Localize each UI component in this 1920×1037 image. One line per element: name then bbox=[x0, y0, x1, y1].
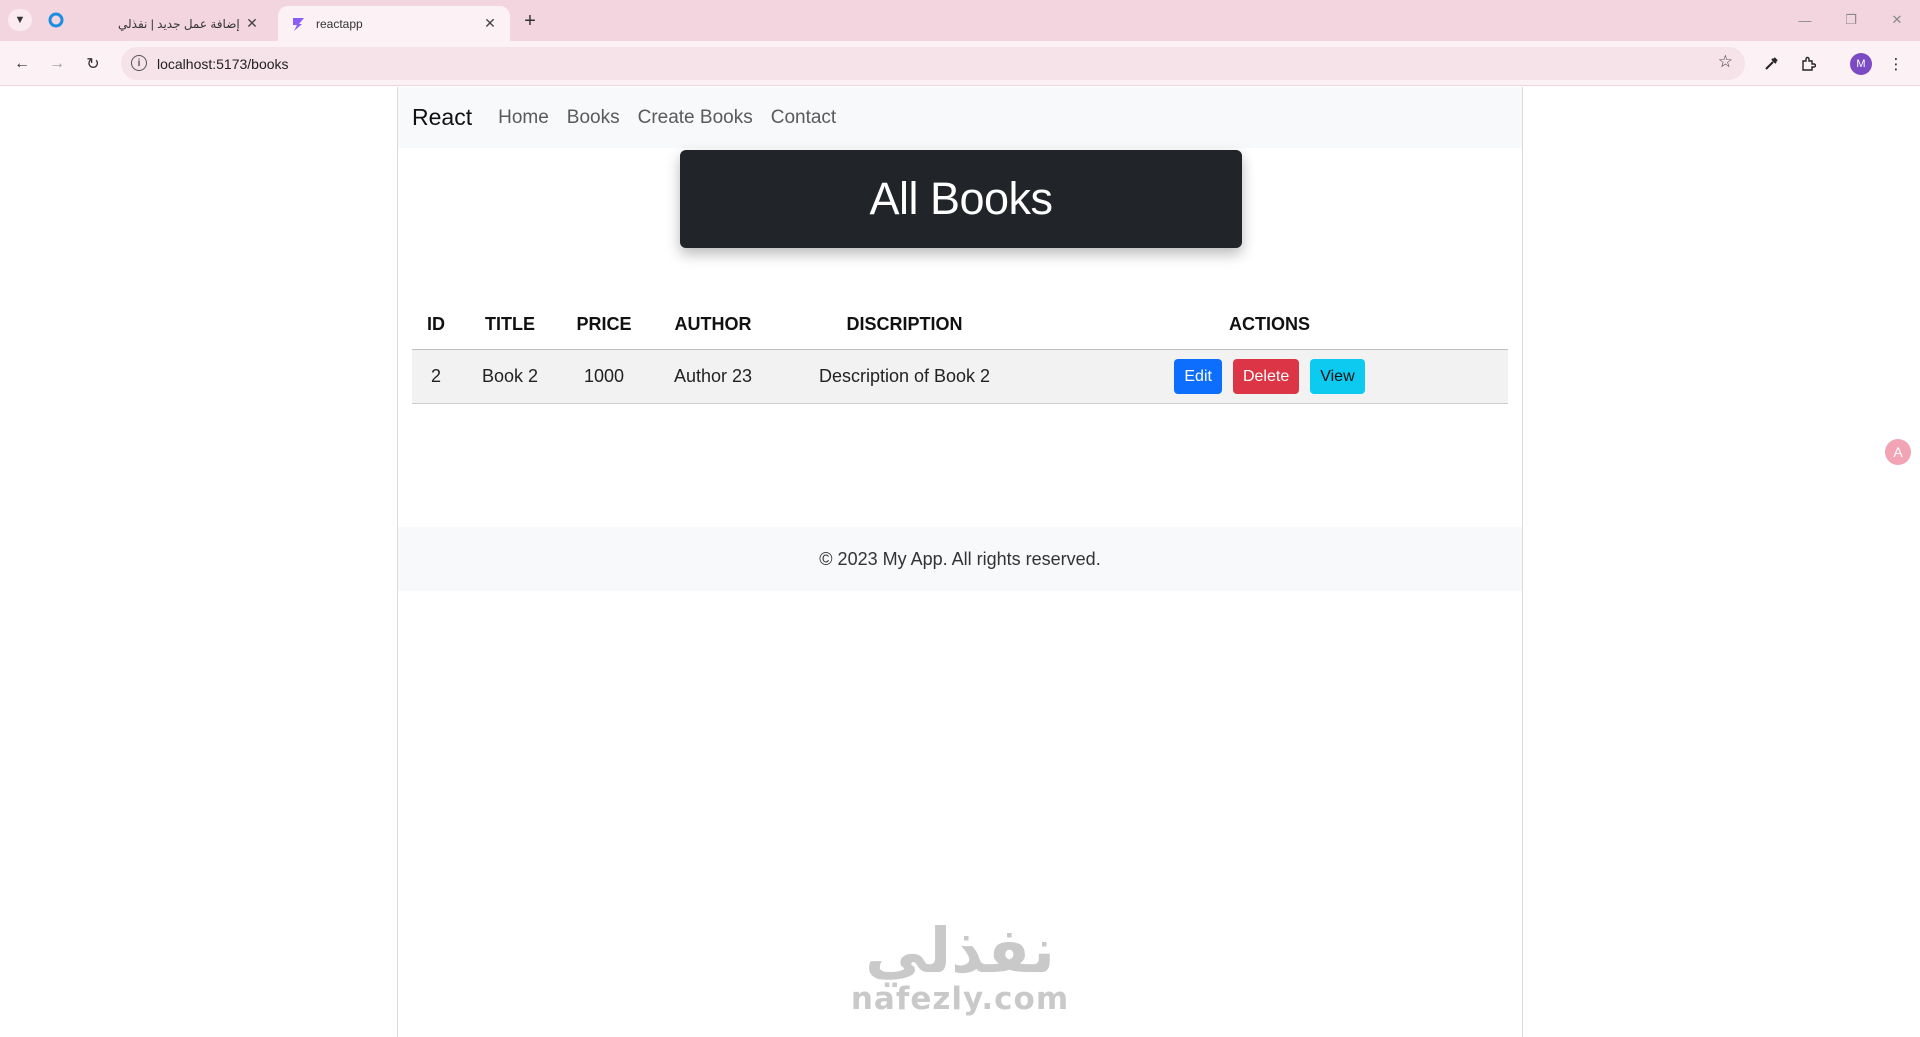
browser-toolbar: ← → ↻ i localhost:5173/books ☆ ⋮ bbox=[0, 41, 1920, 86]
vite-icon bbox=[293, 17, 304, 31]
cell-id: 2 bbox=[412, 349, 460, 404]
watermark-latin: nafezly.com bbox=[850, 981, 1070, 1017]
restore-icon[interactable]: ❐ bbox=[1828, 0, 1874, 40]
table-header-row: ID TITLE PRICE AUTHOR DISCRIPTION ACTION… bbox=[412, 301, 1508, 350]
watermark-arabic: نفذلي bbox=[865, 914, 1055, 987]
watermark-logo: نفذلي nafezly.com bbox=[850, 914, 1070, 1017]
header-description: DISCRIPTION bbox=[778, 301, 1031, 350]
nav-link-create-books[interactable]: Create Books bbox=[638, 107, 753, 129]
cell-author: Author 23 bbox=[648, 349, 778, 404]
close-icon[interactable]: ✕ bbox=[244, 15, 260, 32]
edit-button[interactable]: Edit bbox=[1174, 358, 1222, 394]
nav-link-contact[interactable]: Contact bbox=[771, 107, 836, 129]
view-button[interactable]: View bbox=[1310, 358, 1365, 394]
new-tab-button[interactable]: + bbox=[518, 9, 542, 33]
page-title-banner: All Books bbox=[680, 150, 1242, 248]
page-title: All Books bbox=[869, 173, 1053, 224]
address-bar[interactable]: i localhost:5173/books ☆ bbox=[121, 47, 1745, 80]
footer-text: © 2023 My App. All rights reserved. bbox=[819, 548, 1101, 569]
extensions-icon[interactable] bbox=[1794, 50, 1822, 78]
chevron-down-icon: ▼ bbox=[14, 14, 26, 26]
tab-reactapp[interactable]: reactapp ✕ bbox=[278, 6, 510, 41]
header-id: ID bbox=[412, 301, 460, 350]
profile-avatar[interactable]: M bbox=[1850, 53, 1872, 75]
menu-kebab-icon[interactable]: ⋮ bbox=[1882, 50, 1910, 78]
footer: © 2023 My App. All rights reserved. bbox=[398, 527, 1522, 591]
tab-title: إضافة عمل جديد | نفذلي bbox=[118, 16, 240, 31]
navbar: React Home Books Create Books Contact bbox=[398, 87, 1522, 148]
minimize-icon[interactable]: — bbox=[1782, 0, 1828, 40]
reload-icon[interactable]: ↻ bbox=[79, 50, 107, 78]
nafezly-icon bbox=[48, 12, 64, 28]
translate-icon[interactable]: A bbox=[1885, 439, 1911, 465]
page-viewport: React Home Books Create Books Contact Al… bbox=[0, 87, 1920, 1037]
books-table: ID TITLE PRICE AUTHOR DISCRIPTION ACTION… bbox=[412, 301, 1508, 404]
header-author: AUTHOR bbox=[648, 301, 778, 350]
pinned-tab[interactable] bbox=[46, 10, 66, 30]
tab-search-button[interactable]: ▼ bbox=[8, 9, 32, 31]
cell-price: 1000 bbox=[560, 349, 648, 404]
eyedropper-icon[interactable] bbox=[1757, 50, 1785, 78]
nav-link-home[interactable]: Home bbox=[498, 107, 549, 129]
table-row: 2 Book 2 1000 Author 23 Description of B… bbox=[412, 349, 1508, 404]
close-icon[interactable]: ✕ bbox=[482, 15, 498, 32]
close-window-icon[interactable]: ✕ bbox=[1874, 0, 1920, 40]
cell-title: Book 2 bbox=[460, 349, 560, 404]
cell-actions: Edit Delete View bbox=[1031, 349, 1508, 404]
delete-button[interactable]: Delete bbox=[1232, 358, 1300, 394]
browser-tab-bar: ▼ إضافة عمل جديد | نفذلي ✕ reactapp ✕ + … bbox=[0, 0, 1920, 41]
navbar-brand[interactable]: React bbox=[412, 104, 472, 131]
header-price: PRICE bbox=[560, 301, 648, 350]
forward-icon[interactable]: → bbox=[43, 50, 71, 78]
bookmark-star-icon[interactable]: ☆ bbox=[1718, 52, 1733, 72]
app-container: React Home Books Create Books Contact Al… bbox=[397, 87, 1523, 1037]
tab-title: reactapp bbox=[316, 16, 363, 31]
header-title: TITLE bbox=[460, 301, 560, 350]
nav-link-books[interactable]: Books bbox=[567, 107, 620, 129]
url-text[interactable]: localhost:5173/books bbox=[157, 56, 289, 72]
site-info-icon[interactable]: i bbox=[131, 55, 147, 71]
profile-initial: M bbox=[1856, 58, 1866, 70]
tab-nafezly[interactable]: إضافة عمل جديد | نفذلي ✕ bbox=[82, 6, 274, 41]
back-icon[interactable]: ← bbox=[8, 50, 36, 78]
header-actions: ACTIONS bbox=[1031, 301, 1508, 350]
cell-description: Description of Book 2 bbox=[778, 349, 1031, 404]
